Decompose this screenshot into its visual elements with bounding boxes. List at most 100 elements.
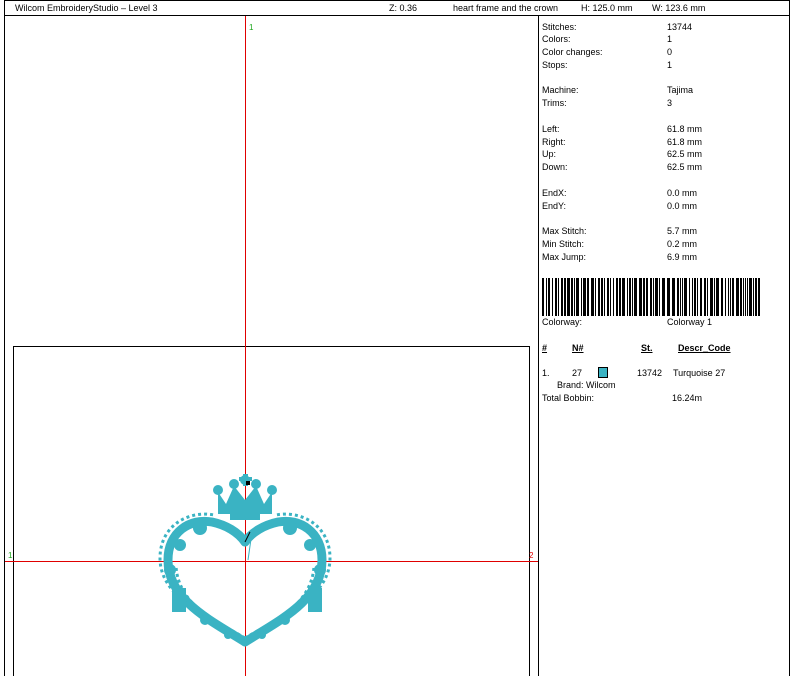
stat-endx: EndX: 0.0 mm [542, 188, 698, 198]
barcode-bar [672, 278, 675, 316]
axis-marker-right: 2 [529, 551, 534, 560]
barcode-bar [598, 278, 600, 316]
thread-color-swatch [598, 367, 608, 378]
barcode-bar [707, 278, 708, 316]
barcode-bar [747, 278, 748, 316]
barcode-bar [682, 278, 683, 316]
barcode-bar [697, 278, 698, 316]
barcode-bar [646, 278, 648, 316]
barcode-bar [743, 278, 744, 316]
barcode-bar [758, 278, 760, 316]
barcode-bar [736, 278, 739, 316]
report-panel-border [789, 15, 790, 676]
stat-left: Left: 61.8 mm [542, 124, 703, 134]
barcode-bar [542, 278, 544, 316]
barcode-bar [595, 278, 596, 316]
barcode-bar [583, 278, 586, 316]
column-header-description: Descr_Code [678, 343, 731, 353]
stat-up: Up: 62.5 mm [542, 149, 703, 159]
stat-max-jump: Max Jump: 6.9 mm [542, 252, 698, 262]
barcode-bar [616, 278, 618, 316]
barcode-bar [753, 278, 754, 316]
barcode-bar [653, 278, 654, 316]
stat-max-stitch: Max Stitch: 5.7 mm [542, 226, 698, 236]
barcode-bar [745, 278, 746, 316]
barcode-bar [716, 278, 719, 316]
zoom-readout: Z: 0.36 [389, 3, 418, 13]
column-header-index: # [542, 343, 548, 353]
color-row-index: 1. [542, 368, 550, 378]
total-bobbin-value: 16.24m [672, 393, 703, 403]
barcode-bar [574, 278, 575, 316]
barcode-image [542, 278, 760, 316]
barcode-bar [740, 278, 742, 316]
barcode-bar [704, 278, 706, 316]
barcode-bar [714, 278, 715, 316]
barcode-bar [721, 278, 723, 316]
colorway-row: Colorway: Colorway 1 [542, 317, 713, 327]
barcode-bar [607, 278, 609, 316]
barcode-bar [564, 278, 566, 316]
app-title: Wilcom EmbroideryStudio – Level 3 [15, 3, 158, 13]
height-readout: H: 125.0 mm [581, 3, 633, 13]
barcode-bar [725, 278, 726, 316]
stat-color-changes: Color changes: 0 [542, 47, 673, 57]
barcode-bar [552, 278, 553, 316]
barcode-bar [692, 278, 693, 316]
barcode-bar [634, 278, 637, 316]
barcode-bar [622, 278, 625, 316]
design-name: heart frame and the crown [453, 3, 559, 13]
barcode-bar [655, 278, 658, 316]
barcode-bar [591, 278, 594, 316]
window-title-bar: Wilcom EmbroideryStudio – Level 3 Z: 0.3… [4, 0, 790, 16]
barcode-bar [662, 278, 665, 316]
stat-min-stitch: Min Stitch: 0.2 mm [542, 239, 698, 249]
barcode-bar [728, 278, 729, 316]
stat-colors: Colors: 1 [542, 34, 673, 44]
embroidery-design[interactable] [150, 470, 340, 655]
barcode-bar [650, 278, 652, 316]
stat-stops: Stops: 1 [542, 60, 673, 70]
barcode-bar [732, 278, 734, 316]
column-header-stitches: St. [641, 343, 653, 353]
column-header-needle: N# [572, 343, 584, 353]
barcode-bar [548, 278, 550, 316]
stat-stitches: Stitches: 13744 [542, 22, 693, 32]
color-row-description: Turquoise 27 [673, 368, 726, 378]
barcode-bar [610, 278, 611, 316]
barcode-bar [677, 278, 679, 316]
stat-endy: EndY: 0.0 mm [542, 201, 698, 211]
stat-down: Down: 62.5 mm [542, 162, 703, 172]
barcode-bar [567, 278, 570, 316]
barcode-bar [659, 278, 660, 316]
barcode-bar [546, 278, 547, 316]
barcode-bar [730, 278, 731, 316]
barcode-bar [613, 278, 614, 316]
stat-right: Right: 61.8 mm [542, 137, 703, 147]
total-bobbin-label: Total Bobbin: [542, 393, 595, 403]
barcode-bar [632, 278, 633, 316]
barcode-bar [684, 278, 687, 316]
barcode-bar [561, 278, 563, 316]
barcode-bar [558, 278, 559, 316]
barcode-bar [643, 278, 645, 316]
barcode-bar [700, 278, 702, 316]
barcode-bar [710, 278, 713, 316]
barcode-bar [555, 278, 557, 316]
barcode-bar [680, 278, 681, 316]
barcode-bar [689, 278, 690, 316]
color-row-needle: 27 [572, 368, 583, 378]
crown-motif [213, 474, 277, 520]
barcode-bar [571, 278, 573, 316]
barcode-bar [601, 278, 603, 316]
barcode-bar [694, 278, 696, 316]
barcode-bar [639, 278, 642, 316]
axis-marker-top: 1 [249, 23, 254, 32]
barcode-bar [581, 278, 582, 316]
stat-machine: Machine: Tajima [542, 85, 694, 95]
barcode-bar [627, 278, 628, 316]
barcode-bar [749, 278, 752, 316]
barcode-bar [587, 278, 589, 316]
barcode-bar [755, 278, 757, 316]
barcode-bar [576, 278, 579, 316]
